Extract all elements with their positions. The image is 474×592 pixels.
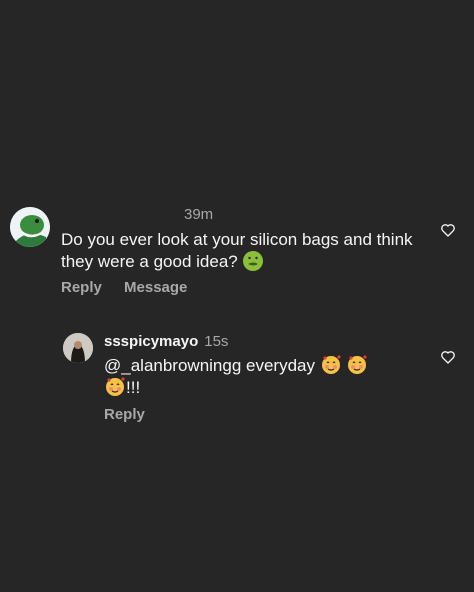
message-button[interactable]: Message (124, 279, 187, 296)
comment-body: @_alanbrowningg everyday (104, 356, 315, 375)
smiling-face-with-hearts-emoji (346, 354, 368, 376)
reply-button[interactable]: Reply (61, 279, 102, 296)
comment-header: ssspicymayo 15s (104, 333, 228, 350)
smiling-face-with-hearts-emoji (104, 376, 126, 398)
avatar-user[interactable] (63, 333, 93, 363)
comment-1: 39m Do you ever look at your silicon bag… (0, 200, 474, 310)
comment-2: ssspicymayo 15s @_alanbrowningg everyday (0, 330, 474, 430)
comment-text: @_alanbrowningg everyday !!! (104, 354, 404, 398)
comment-time: 39m (184, 206, 214, 223)
smiling-face-with-hearts-emoji (320, 354, 342, 376)
comment-body-suffix: !!! (126, 378, 141, 397)
username[interactable]: ssspicymayo (104, 333, 198, 350)
comment-actions: Reply Message (61, 279, 205, 296)
comment-body: Do you ever look at your silicon bags an… (61, 230, 413, 271)
comment-time: 15s (204, 333, 229, 350)
comment-text: Do you ever look at your silicon bags an… (61, 229, 431, 272)
reply-button[interactable]: Reply (104, 406, 145, 423)
nauseated-face-emoji (242, 250, 264, 272)
heart-outline-icon[interactable] (440, 222, 456, 238)
comment-actions: Reply (104, 406, 163, 423)
avatar-cartoon[interactable] (10, 207, 50, 247)
heart-outline-icon[interactable] (440, 349, 456, 365)
